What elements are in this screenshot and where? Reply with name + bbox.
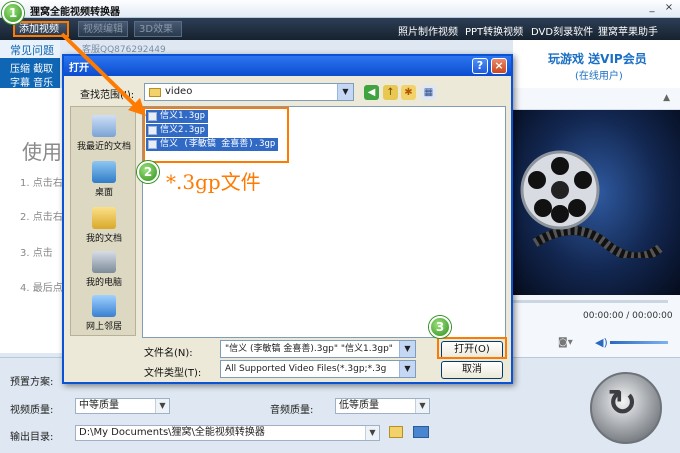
step-badge-1: 1 bbox=[2, 2, 24, 24]
step-badge-3: 3 bbox=[429, 316, 451, 338]
step-badge-2: 2 bbox=[137, 161, 159, 183]
annotation-arrow bbox=[60, 32, 146, 116]
